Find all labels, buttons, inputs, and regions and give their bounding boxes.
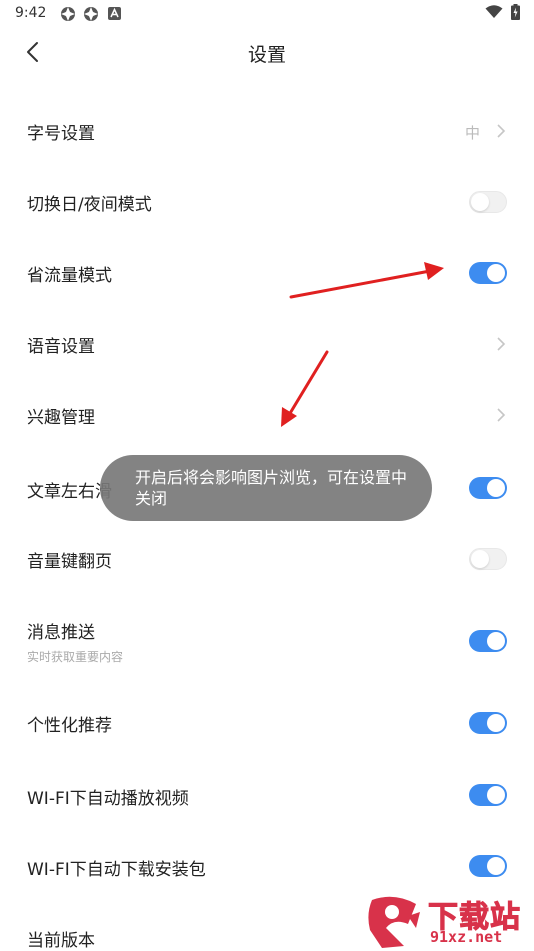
chevron-right-icon [497, 408, 506, 422]
watermark: 下载站 91xz.net [362, 892, 534, 950]
watermark-site: 91xz.net [430, 928, 503, 946]
toggle-knob [487, 479, 505, 497]
row-label: 当前版本 [27, 931, 95, 951]
status-time: 9:42 [15, 5, 47, 21]
notification-icon [61, 7, 75, 21]
swipe-toggle[interactable] [469, 477, 507, 499]
row-label: 语音设置 [27, 337, 95, 357]
status-bar: 9:42 [0, 0, 534, 28]
settings-row-push[interactable]: 消息推送 实时获取重要内容 [0, 592, 534, 687]
page-title: 设置 [247, 44, 286, 66]
font-size-value: 中 [464, 124, 480, 142]
night-mode-toggle[interactable] [469, 191, 507, 213]
row-label: 字号设置 [27, 124, 95, 144]
row-label: 兴趣管理 [27, 408, 95, 428]
row-label: 省流量模式 [27, 266, 112, 286]
settings-row-data-saver[interactable]: 省流量模式 [0, 237, 534, 308]
wifi-video-toggle[interactable] [469, 784, 507, 806]
settings-row-wifi-download[interactable]: WI-FI下自动下载安装包 [0, 829, 534, 900]
toggle-knob [471, 550, 489, 568]
settings-row-font-size[interactable]: 字号设置 中 [0, 95, 534, 166]
toggle-knob [487, 632, 505, 650]
push-toggle[interactable] [469, 630, 507, 652]
notification-icon [84, 7, 98, 21]
personalized-toggle[interactable] [469, 712, 507, 734]
row-label: 消息推送 [27, 623, 95, 643]
chevron-right-icon [497, 124, 506, 138]
a-icon [108, 7, 121, 20]
settings-row-night-mode[interactable]: 切换日/夜间模式 [0, 166, 534, 237]
row-sublabel: 实时获取重要内容 [27, 650, 124, 664]
toggle-knob [487, 786, 505, 804]
wifi-icon [485, 5, 503, 18]
nav-bar: 设置 [0, 28, 534, 76]
settings-row-volume-keys[interactable]: 音量键翻页 [0, 521, 534, 592]
chevron-right-icon [497, 337, 506, 351]
toggle-knob [487, 857, 505, 875]
settings-row-interests[interactable]: 兴趣管理 [0, 379, 534, 450]
settings-row-voice[interactable]: 语音设置 [0, 308, 534, 379]
row-label: 音量键翻页 [27, 552, 112, 572]
settings-row-personalized[interactable]: 个性化推荐 [0, 687, 534, 758]
watermark-logo-icon [368, 896, 420, 948]
battery-icon [511, 4, 520, 20]
row-label: WI-FI下自动下载安装包 [27, 860, 206, 880]
volume-keys-toggle[interactable] [469, 548, 507, 570]
row-label: WI-FI下自动播放视频 [27, 789, 189, 809]
row-label: 个性化推荐 [27, 716, 112, 736]
settings-row-wifi-video[interactable]: WI-FI下自动播放视频 [0, 758, 534, 829]
toggle-knob [471, 193, 489, 211]
row-label: 切换日/夜间模式 [27, 195, 152, 215]
toggle-knob [487, 714, 505, 732]
toggle-knob [487, 264, 505, 282]
wifi-download-toggle[interactable] [469, 855, 507, 877]
data-saver-toggle[interactable] [469, 262, 507, 284]
toast-message: 开启后将会影响图片浏览，可在设置中关闭 [100, 455, 432, 521]
